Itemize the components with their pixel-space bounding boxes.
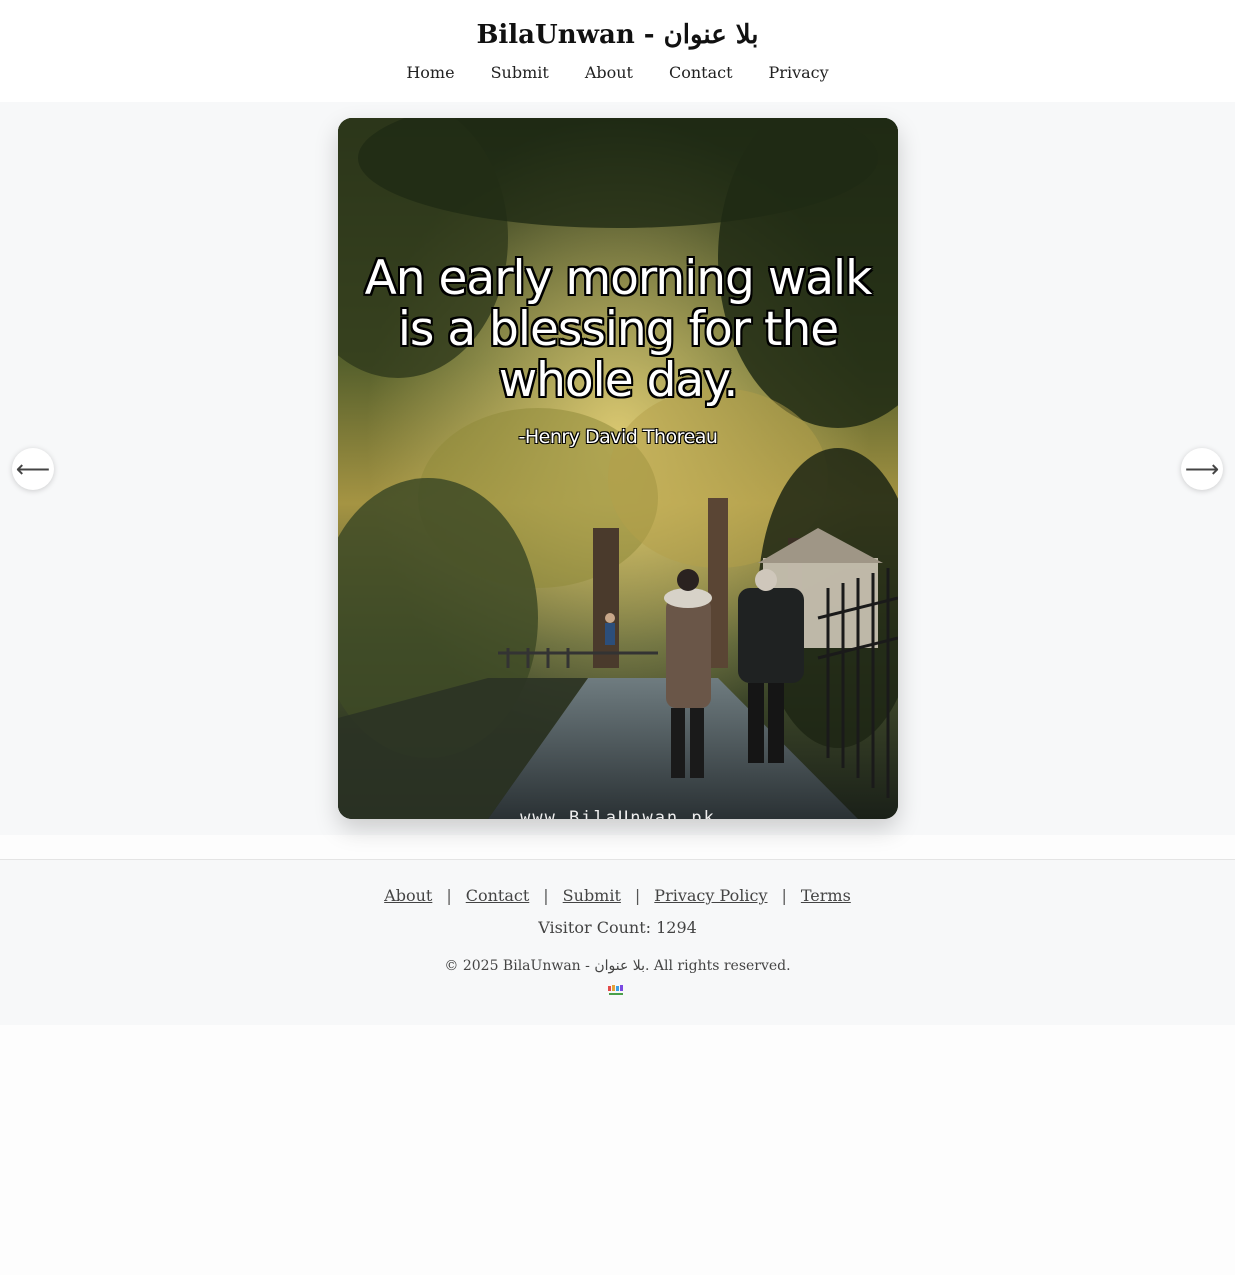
visitor-count: Visitor Count: 1294 [538, 918, 697, 937]
quote-text: An early morning walk is a blessing for … [364, 251, 873, 408]
quote-author: -Henry David Thoreau [518, 426, 718, 448]
right-arrow-icon: ⟶ [1184, 455, 1220, 483]
slider-area: ⟵ An early morning walk is a blessing fo… [0, 102, 1235, 835]
footer-links: About | Contact | Submit | Privacy Polic… [0, 886, 1235, 905]
site-title[interactable]: BilaUnwan - بلا عنوان [0, 20, 1235, 50]
nav-contact[interactable]: Contact [669, 63, 733, 82]
footer-link-about[interactable]: About [384, 886, 432, 905]
footer-link-contact[interactable]: Contact [466, 886, 530, 905]
next-slide-button[interactable]: ⟶ [1181, 448, 1223, 490]
quote-image-card[interactable]: An early morning walk is a blessing for … [338, 118, 898, 819]
footer-separator: | [634, 886, 641, 905]
image-watermark: www.BilaUnwan.pk [520, 808, 716, 819]
nav-privacy[interactable]: Privacy [769, 63, 829, 82]
prev-slide-button[interactable]: ⟵ [12, 448, 54, 490]
left-arrow-icon: ⟵ [15, 455, 51, 483]
footer-separator: | [543, 886, 549, 905]
footer-link-submit[interactable]: Submit [563, 886, 621, 905]
site-footer: About | Contact | Submit | Privacy Polic… [0, 859, 1235, 1025]
footer-link-terms[interactable]: Terms [801, 886, 851, 905]
footer-link-privacy-policy[interactable]: Privacy Policy [654, 886, 767, 905]
site-header: BilaUnwan - بلا عنوان Home Submit About … [0, 0, 1235, 102]
nav-submit[interactable]: Submit [491, 63, 549, 82]
forest-path-photo [338, 118, 898, 819]
main-nav: Home Submit About Contact Privacy [0, 63, 1235, 82]
copyright-text: © 2025 BilaUnwan - بلا عنوان. All rights… [444, 958, 791, 974]
bilaunwan-logo-icon[interactable] [606, 984, 626, 998]
nav-about[interactable]: About [585, 63, 633, 82]
footer-separator: | [446, 886, 452, 905]
nav-home[interactable]: Home [406, 63, 454, 82]
footer-separator: | [781, 886, 787, 905]
